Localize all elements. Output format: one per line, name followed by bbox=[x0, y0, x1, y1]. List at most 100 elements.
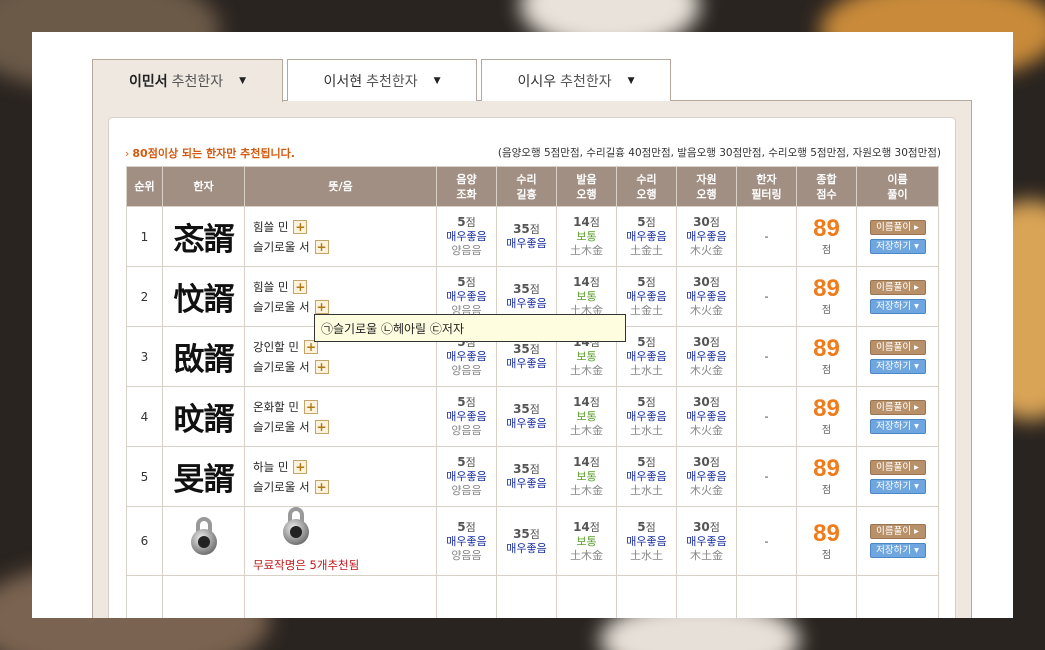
save-button[interactable]: 저장하기 ▾ bbox=[869, 543, 926, 558]
rank-cell: 4 bbox=[126, 386, 163, 447]
tab-0[interactable]: 이민서 추천한자 ▼ bbox=[92, 59, 283, 102]
score-number: 35 bbox=[513, 526, 530, 541]
expand-plus-icon[interactable]: + bbox=[314, 360, 329, 374]
score-cell-so: 5점 매우좋음 土水土 bbox=[616, 386, 677, 447]
tab-1[interactable]: 이서현 추천한자 ▼ bbox=[287, 59, 477, 101]
save-button[interactable]: 저장하기 ▾ bbox=[869, 358, 926, 374]
score-line: 5점 bbox=[617, 520, 676, 535]
score-unit: 점 bbox=[529, 283, 540, 296]
score-unit: 점 bbox=[529, 463, 540, 476]
score-elements: 土木金 bbox=[570, 548, 603, 562]
score-grade: 보통 bbox=[576, 290, 597, 303]
score-line: 5점 bbox=[617, 275, 676, 290]
score-number: 35 bbox=[513, 402, 530, 416]
empty-cell bbox=[676, 575, 737, 618]
interpret-button[interactable]: 이름풀이 ▸ bbox=[869, 524, 926, 539]
save-button[interactable]: 저장하기 ▾ bbox=[869, 418, 926, 434]
total-unit: 점 bbox=[821, 425, 832, 436]
lock-icon bbox=[283, 507, 309, 547]
score-cell-bo: 14점 보통 土木金 bbox=[556, 506, 617, 576]
filter-cell: - bbox=[736, 506, 797, 576]
score-block: 5점 매우좋음 양음음 bbox=[437, 215, 496, 258]
score-unit: 점 bbox=[709, 276, 720, 289]
score-grade: 보통 bbox=[576, 470, 597, 483]
caret-down-icon: ▼ bbox=[239, 76, 247, 86]
meaning-line-1: 하늘 민 + bbox=[253, 457, 436, 477]
column-header: 한자 bbox=[162, 166, 245, 207]
interpret-button[interactable]: 이름풀이 ▸ bbox=[869, 399, 926, 415]
interpret-button[interactable]: 이름풀이 ▸ bbox=[869, 339, 926, 355]
interpret-button[interactable]: 이름풀이 ▸ bbox=[869, 279, 926, 295]
score-cell-sr: 35점 매우좋음 bbox=[496, 386, 557, 447]
score-number: 30 bbox=[693, 519, 710, 534]
rank-cell: 5 bbox=[126, 446, 163, 507]
score-grade: 매우좋음 bbox=[626, 410, 667, 423]
table-row: 5 旻諝 하늘 민 + 슬기로울 서 +5점 매우좋음 양음음 35점 매우좋음 14점 보통 土木金 5… bbox=[126, 446, 939, 507]
score-cell-jo: 30점 매우좋음 木火金 bbox=[676, 326, 737, 387]
score-elements: 土木金 bbox=[570, 424, 603, 437]
empty-cell bbox=[244, 575, 437, 618]
total-unit: 점 bbox=[821, 485, 832, 496]
hanja-cell: 敃諝 bbox=[162, 326, 245, 387]
score-block: 35점 매우좋음 bbox=[497, 402, 556, 431]
score-elements: 木火金 bbox=[690, 244, 723, 257]
meaning-cell: 무료작명은 5개추천됨 bbox=[244, 506, 437, 576]
meaning-cell: 힘쓸 민 + 슬기로울 서 + bbox=[244, 206, 437, 267]
score-block: 5점 매우좋음 양음음 bbox=[437, 395, 496, 438]
score-grade: 매우좋음 bbox=[626, 230, 667, 243]
table-row: 4 旼諝 온화할 민 + 슬기로울 서 +5점 매우좋음 양음음 35점 매우좋음 14점 보통 土木金… bbox=[126, 386, 939, 447]
score-number: 5 bbox=[637, 395, 646, 409]
tab-2[interactable]: 이시우 추천한자 ▼ bbox=[481, 59, 671, 101]
score-unit: 점 bbox=[645, 396, 656, 409]
column-header: 음양 조화 bbox=[436, 166, 497, 207]
expand-plus-icon[interactable]: + bbox=[314, 240, 329, 254]
total-score: 89 bbox=[813, 455, 840, 482]
score-block: 5점 매우좋음 土水土 bbox=[617, 455, 676, 498]
content-box: › 80점이상 되는 한자만 추천됩니다. (음양오행 5점만점, 수리길흉 40… bbox=[108, 117, 956, 618]
expand-plus-icon[interactable]: + bbox=[314, 420, 329, 434]
save-button[interactable]: 저장하기 ▾ bbox=[869, 238, 926, 254]
score-unit: 점 bbox=[589, 396, 600, 409]
score-unit: 점 bbox=[529, 403, 540, 416]
expand-plus-icon[interactable]: + bbox=[293, 460, 308, 474]
score-cell-bo: 14점 보통 土木金 bbox=[556, 446, 617, 507]
score-unit: 점 bbox=[529, 527, 540, 541]
score-block: 35점 매우좋음 bbox=[497, 282, 556, 311]
score-line: 5점 bbox=[617, 455, 676, 470]
expand-plus-icon[interactable]: + bbox=[303, 400, 318, 414]
save-button[interactable]: 저장하기 ▾ bbox=[869, 298, 926, 314]
expand-plus-icon[interactable]: + bbox=[293, 220, 308, 234]
score-unit: 점 bbox=[465, 520, 476, 534]
column-header: 자원 오행 bbox=[676, 166, 737, 207]
score-elements: 양음음 bbox=[451, 244, 482, 257]
score-number: 5 bbox=[457, 215, 466, 229]
interpret-button[interactable]: 이름풀이 ▸ bbox=[869, 459, 926, 475]
save-button[interactable]: 저장하기 ▾ bbox=[869, 478, 926, 494]
score-elements: 土金土 bbox=[630, 244, 663, 257]
filter-cell: - bbox=[736, 386, 797, 447]
score-grade: 매우좋음 bbox=[626, 350, 667, 363]
total-unit: 점 bbox=[821, 305, 832, 316]
score-line: 14점 bbox=[557, 455, 616, 470]
meaning-text: 온화할 민 bbox=[253, 399, 299, 414]
column-header: 수리 길흉 bbox=[496, 166, 557, 207]
actions-cell: 이름풀이 ▸ 저장하기 ▾ bbox=[856, 266, 939, 327]
score-line: 14점 bbox=[557, 395, 616, 410]
interpret-button[interactable]: 이름풀이 ▸ bbox=[869, 219, 926, 235]
score-number: 5 bbox=[637, 215, 646, 229]
total-score: 89 bbox=[813, 335, 840, 362]
expand-plus-icon[interactable]: + bbox=[293, 280, 308, 294]
expand-plus-icon[interactable]: + bbox=[303, 340, 318, 354]
score-block: 35점 매우좋음 bbox=[497, 527, 556, 556]
score-block: 30점 매우좋음 木火金 bbox=[677, 215, 736, 258]
meaning-line-1: 힘쓸 민 + bbox=[253, 217, 436, 237]
score-elements: 木火金 bbox=[690, 484, 723, 497]
expand-plus-icon[interactable]: + bbox=[314, 480, 329, 494]
column-header: 순위 bbox=[126, 166, 163, 207]
score-grade: 매우좋음 bbox=[686, 290, 727, 303]
expand-plus-icon[interactable]: + bbox=[314, 300, 329, 314]
score-unit: 점 bbox=[709, 456, 720, 469]
score-block: 30점 매우좋음 木火金 bbox=[677, 335, 736, 378]
score-block: 14점 보통 土木金 bbox=[557, 215, 616, 258]
score-line: 30점 bbox=[677, 395, 736, 410]
